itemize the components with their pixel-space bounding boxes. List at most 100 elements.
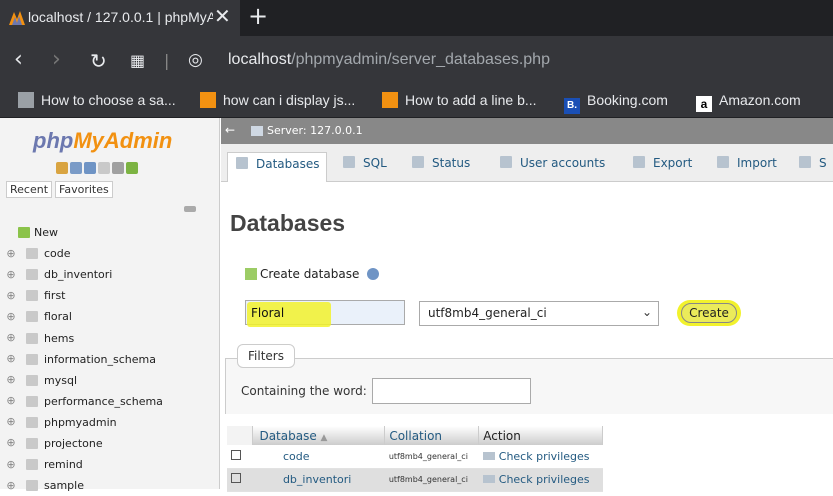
database-link[interactable]: db_inventori (252, 468, 385, 492)
bookmark-item[interactable]: B. Booking.com (564, 92, 668, 114)
database-icon (26, 395, 38, 407)
close-tab-icon[interactable]: ✕ (214, 4, 231, 28)
tab-title: localhost / 127.0.0.1 | phpMyA (28, 9, 213, 25)
logout-icon[interactable] (70, 162, 82, 174)
expand-icon[interactable]: ⊕ (4, 352, 18, 366)
table-row: db_inventori utf8mb4_general_ci Check pr… (227, 468, 603, 492)
gear-icon[interactable] (112, 162, 124, 174)
table-row: code utf8mb4_general_ci Check privileges (227, 445, 603, 469)
row-checkbox[interactable] (231, 473, 241, 483)
privileges-icon (482, 451, 495, 460)
expand-icon[interactable]: ⊕ (4, 394, 18, 408)
filter-word-input[interactable] (372, 378, 531, 404)
expand-icon[interactable]: ⊕ (4, 331, 18, 345)
tab-sql[interactable]: SQL (343, 152, 387, 182)
tab-import[interactable]: Import (717, 152, 777, 182)
tab-recent[interactable]: Recent (6, 181, 53, 198)
expand-icon[interactable]: ⊕ (4, 415, 18, 429)
home-icon[interactable] (56, 162, 68, 174)
status-icon (412, 156, 424, 168)
expand-icon[interactable]: ⊕ (4, 458, 18, 472)
address-bar[interactable]: localhost/phpmyadmin/server_databases.ph… (228, 51, 550, 69)
database-icon (26, 353, 38, 365)
tree-item-database[interactable]: ⊕ hems (4, 327, 214, 348)
create-button[interactable]: Create (681, 303, 737, 323)
database-icon (26, 480, 38, 492)
tree-item-database[interactable]: ⊕ mysql (4, 370, 214, 391)
help-icon[interactable] (367, 268, 380, 280)
phpmyadmin-logo[interactable]: phpMyAdmin (33, 128, 172, 154)
tree-item-database[interactable]: ⊕ sample (4, 475, 214, 496)
tab-settings[interactable]: S (799, 152, 827, 182)
tab-favorites[interactable]: Favorites (55, 181, 113, 198)
database-icon (26, 311, 38, 323)
amazon-icon: a (696, 96, 712, 112)
databases-icon (236, 157, 248, 169)
filters-legend: Filters (237, 344, 295, 368)
tree-item-database[interactable]: ⊕ projectone (4, 433, 214, 454)
globe-icon: ◎ (188, 50, 203, 70)
expand-icon[interactable]: ⊕ (4, 373, 18, 387)
database-icon (26, 416, 38, 428)
phpmyadmin-favicon-icon (9, 11, 25, 25)
browser-tab-bar: localhost / 127.0.0.1 | phpMyA ✕ + (0, 0, 833, 36)
server-icon (251, 126, 263, 136)
bookmark-item[interactable]: a Amazon.com (696, 92, 801, 112)
new-tab-icon[interactable]: + (248, 2, 268, 30)
column-header-collation: Collation (384, 426, 480, 445)
collapse-nav-icon[interactable]: ← (225, 123, 235, 137)
expand-icon[interactable]: ⊕ (4, 310, 18, 324)
server-menu-tabs: Databases SQL Status User accounts Expor… (221, 144, 833, 182)
column-header-database[interactable]: Database ▲ (252, 426, 386, 445)
chevron-down-icon: ⌄ (641, 305, 652, 319)
tree-item-database[interactable]: ⊕ information_schema (4, 349, 214, 370)
sort-asc-icon: ▲ (320, 432, 328, 443)
reload-icon[interactable]: ↻ (90, 49, 107, 73)
row-checkbox[interactable] (231, 449, 241, 460)
tree-item-database[interactable]: ⊕ db_inventori (4, 264, 214, 285)
tab-databases[interactable]: Databases (227, 152, 327, 182)
browser-toolbar: ‹ › ↻ ▦ | ◎ localhost/phpmyadmin/server_… (0, 36, 833, 84)
select-column-header (227, 426, 254, 445)
tab-status[interactable]: Status (412, 152, 470, 182)
tree-item-database[interactable]: ⊕ performance_schema (4, 391, 214, 412)
bookmark-item[interactable]: how can i display js... (200, 92, 355, 108)
filters-label: Containing the word: (241, 384, 367, 398)
expand-icon[interactable]: ⊕ (4, 268, 18, 282)
tab-export[interactable]: Export (633, 152, 692, 182)
bookmark-item[interactable]: How to choose a sa... (18, 92, 176, 108)
collapse-all-icon[interactable] (184, 206, 196, 212)
tree-item-database[interactable]: ⊕ phpmyadmin (4, 412, 214, 433)
expand-icon[interactable]: ⊕ (4, 479, 18, 493)
check-privileges-link[interactable]: Check privileges (478, 468, 603, 492)
forward-icon[interactable]: › (52, 47, 61, 72)
url-host: localhost (228, 51, 292, 68)
collation-cell: utf8mb4_general_ci (384, 468, 479, 492)
help-icon[interactable] (84, 162, 96, 174)
back-icon[interactable]: ‹ (14, 47, 23, 72)
server-label[interactable]: Server: 127.0.0.1 (267, 124, 363, 137)
apps-grid-icon[interactable]: ▦ (130, 51, 145, 70)
bookmark-item[interactable]: How to add a line b... (382, 92, 537, 108)
database-icon (26, 332, 38, 344)
tree-item-database[interactable]: ⊕ first (4, 285, 214, 306)
booking-icon: B. (564, 98, 580, 114)
tree-item-database[interactable]: ⊕ remind (4, 454, 214, 475)
docs-icon[interactable] (98, 162, 110, 174)
stack-overflow-icon (200, 92, 216, 108)
expand-icon[interactable]: ⊕ (4, 289, 18, 303)
database-tree: New ⊕ code ⊕ db_inventori ⊕ first ⊕ floral ⊕… (4, 222, 214, 496)
database-link[interactable]: code (252, 445, 385, 469)
server-breadcrumb: ← Server: 127.0.0.1 (221, 118, 833, 144)
collation-select[interactable]: utf8mb4_general_ci ⌄ (419, 301, 659, 326)
tab-user-accounts[interactable]: User accounts (500, 152, 605, 182)
browser-tab[interactable]: localhost / 127.0.0.1 | phpMyA ✕ (0, 0, 240, 36)
expand-icon[interactable]: ⊕ (4, 436, 18, 450)
tree-item-database[interactable]: ⊕ floral (4, 306, 214, 327)
export-icon (633, 156, 645, 168)
reload-nav-icon[interactable] (126, 162, 138, 174)
tree-item-database[interactable]: ⊕ code (4, 243, 214, 264)
check-privileges-link[interactable]: Check privileges (478, 445, 603, 469)
tree-item-new[interactable]: New (4, 222, 214, 243)
expand-icon[interactable]: ⊕ (4, 247, 18, 261)
